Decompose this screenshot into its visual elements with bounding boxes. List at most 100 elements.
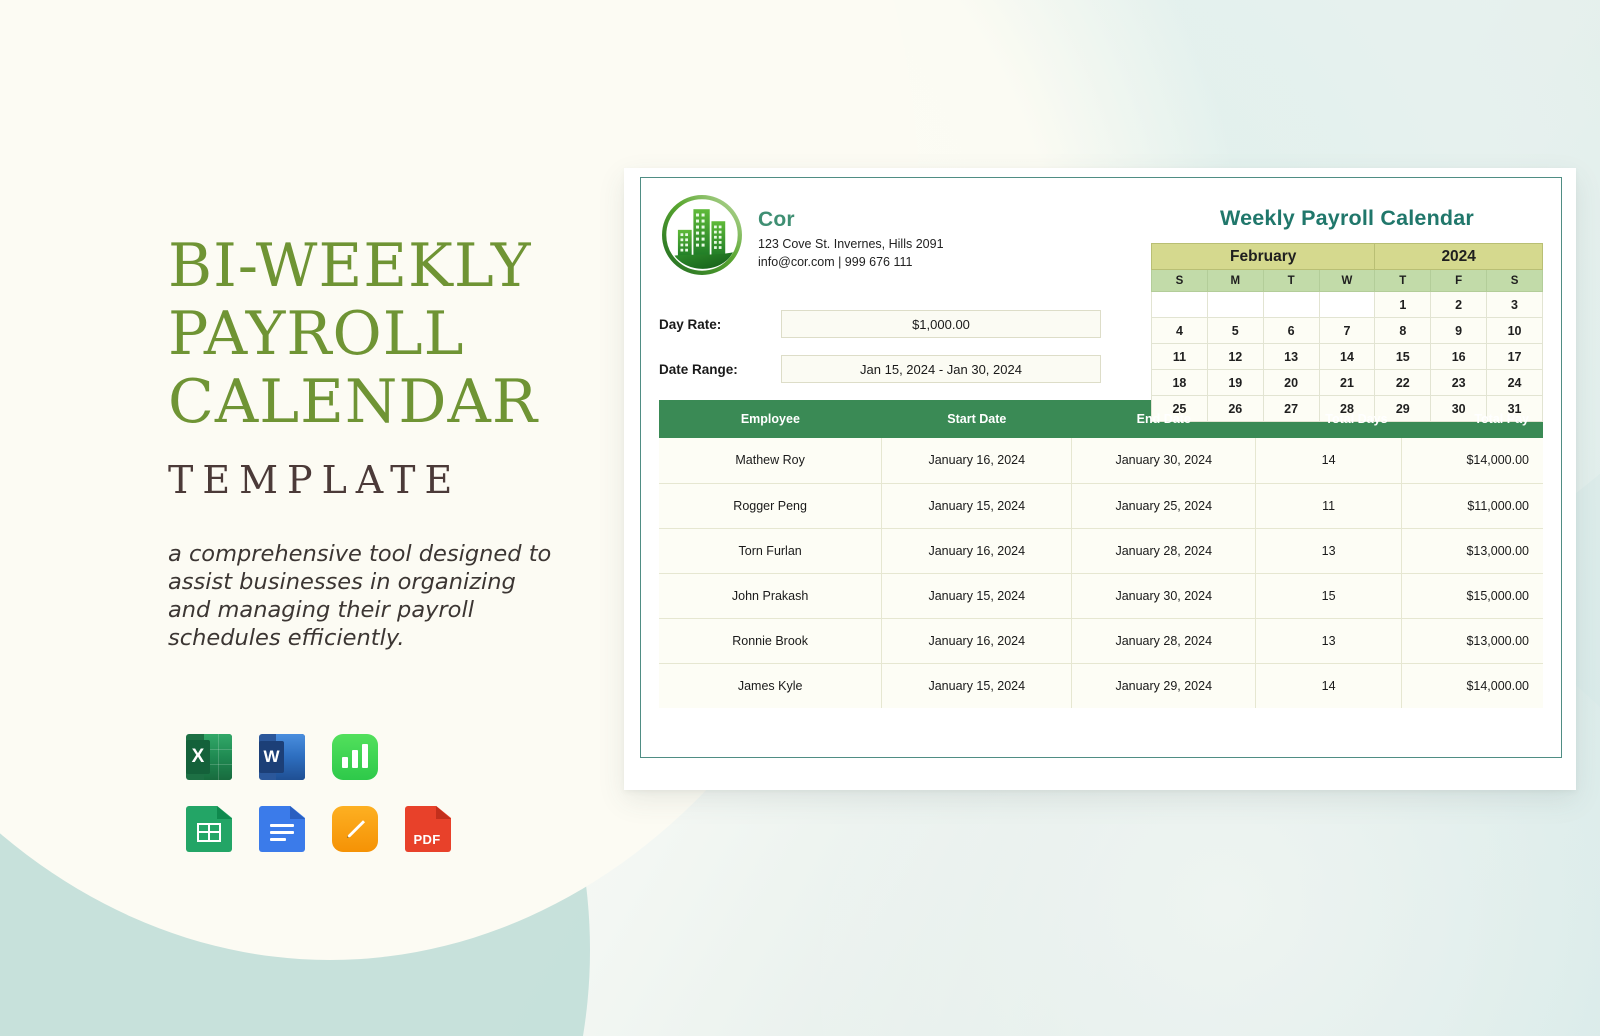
cell-total-days[interactable]: 13 [1255,618,1403,664]
calendar-day-cell[interactable]: 9 [1430,317,1488,344]
numbers-bar-1 [342,757,348,768]
pen-glyph [347,820,365,838]
cell-start-date[interactable]: January 15, 2024 [881,663,1073,708]
calendar-day-cell[interactable]: 4 [1151,317,1208,344]
column-header-start-date[interactable]: Start Date [881,400,1072,438]
cell-start-date[interactable]: January 15, 2024 [881,483,1073,529]
cell-end-date[interactable]: January 29, 2024 [1071,663,1257,708]
cell-total-days[interactable]: 13 [1255,528,1403,574]
promo-panel: BI-WEEKLY PAYROLL CALENDAR TEMPLATE a co… [168,232,598,652]
weekday-wed: W [1318,269,1376,292]
table-row: James Kyle January 15, 2024 January 29, … [659,663,1543,708]
calendar-month[interactable]: February [1150,243,1376,270]
cell-total-days[interactable]: 14 [1255,663,1403,708]
table-row: Rogger Peng January 15, 2024 January 25,… [659,483,1543,529]
calendar-day-cell[interactable]: 21 [1318,369,1376,396]
icon-row-top: X W [186,734,476,780]
pdf-icon[interactable]: PDF [405,806,451,852]
apple-pages-icon[interactable] [332,806,378,852]
excel-icon[interactable]: X [186,734,232,780]
cell-total-pay[interactable]: $14,000.00 [1401,438,1543,484]
google-sheets-icon[interactable] [186,806,232,852]
title-line-1: BI-WEEKLY [168,231,532,301]
calendar-day-cell[interactable] [1318,291,1376,318]
calendar-day-cell[interactable]: 15 [1374,343,1432,370]
cell-employee[interactable]: Mathew Roy [659,438,883,484]
calendar-day-cell[interactable]: 17 [1486,343,1543,370]
docs-text-lines [270,824,294,845]
calendar-day-cell[interactable]: 13 [1262,343,1320,370]
spreadsheet-preview-card: Cor 123 Cove St. Invernes, Hills 2091 in… [624,168,1576,790]
cell-total-days[interactable]: 15 [1255,573,1403,619]
cell-total-days[interactable]: 14 [1255,438,1403,484]
calendar-day-cell[interactable]: 27 [1262,395,1320,422]
day-rate-input[interactable]: $1,000.00 [781,310,1101,338]
calendar-day-cell[interactable]: 1 [1374,291,1432,318]
calendar-day-cell[interactable]: 16 [1430,343,1488,370]
calendar-day-cell[interactable]: 24 [1486,369,1543,396]
calendar-month-year-row: February 2024 [1150,243,1543,270]
calendar-day-cell[interactable] [1262,291,1320,318]
calendar-week-row: 11 12 13 14 15 16 17 [1151,343,1543,370]
cell-total-pay[interactable]: $15,000.00 [1401,573,1543,619]
word-letter: W [259,741,284,773]
sheets-table-glyph [197,823,221,842]
excel-letter: X [186,740,210,774]
cell-end-date[interactable]: January 30, 2024 [1071,573,1257,619]
apple-numbers-icon[interactable] [332,734,378,780]
cell-start-date[interactable]: January 16, 2024 [881,438,1073,484]
calendar-day-cell[interactable]: 6 [1262,317,1320,344]
table-row: Torn Furlan January 16, 2024 January 28,… [659,528,1543,574]
calendar-day-cell[interactable]: 14 [1318,343,1376,370]
calendar-year[interactable]: 2024 [1374,243,1543,270]
google-docs-icon[interactable] [259,806,305,852]
cell-end-date[interactable]: January 30, 2024 [1071,438,1257,484]
column-header-employee[interactable]: Employee [659,400,882,438]
calendar-day-cell[interactable]: 20 [1262,369,1320,396]
cell-start-date[interactable]: January 15, 2024 [881,573,1073,619]
calendar-day-cell[interactable] [1151,291,1208,318]
calendar-day-cell[interactable]: 3 [1486,291,1543,318]
cell-employee[interactable]: Ronnie Brook [659,618,883,664]
cell-total-pay[interactable]: $14,000.00 [1401,663,1543,708]
docs-corner-fold [290,806,305,819]
word-icon[interactable]: W [259,734,305,780]
calendar-day-cell[interactable]: 10 [1486,317,1543,344]
cell-end-date[interactable]: January 28, 2024 [1071,528,1257,574]
file-format-icon-group: X W PDF [186,734,476,878]
cell-employee[interactable]: John Prakash [659,573,883,619]
calendar-day-cell[interactable]: 12 [1206,343,1264,370]
date-range-input[interactable]: Jan 15, 2024 - Jan 30, 2024 [781,355,1101,383]
cell-total-pay[interactable]: $11,000.00 [1401,483,1543,529]
calendar-day-cell[interactable]: 19 [1206,369,1264,396]
cell-employee[interactable]: James Kyle [659,663,883,708]
cell-end-date[interactable]: January 25, 2024 [1071,483,1257,529]
calendar-day-cell[interactable]: 18 [1151,369,1208,396]
calendar-day-cell[interactable]: 23 [1430,369,1488,396]
calendar-day-cell[interactable]: 5 [1206,317,1264,344]
calendar-day-cell[interactable]: 2 [1430,291,1488,318]
cell-start-date[interactable]: January 16, 2024 [881,618,1073,664]
cell-total-pay[interactable]: $13,000.00 [1401,528,1543,574]
weekday-fri: F [1430,269,1488,292]
cell-total-pay[interactable]: $13,000.00 [1401,618,1543,664]
calendar-weekday-row: S M T W T F S [1151,269,1543,292]
calendar-day-cell[interactable]: 26 [1206,395,1264,422]
cell-employee[interactable]: Rogger Peng [659,483,883,529]
company-contact: info@cor.com | 999 676 111 [758,255,913,269]
weekday-tue: T [1262,269,1320,292]
numbers-bar-3 [362,744,368,768]
calendar-day-cell[interactable] [1206,291,1264,318]
calendar-day-cell[interactable]: 11 [1151,343,1208,370]
calendar-day-cell[interactable]: 7 [1318,317,1376,344]
calendar-week-row: 18 19 20 21 22 23 24 [1151,369,1543,396]
calendar-day-cell[interactable]: 22 [1374,369,1432,396]
promo-subtitle: TEMPLATE [168,458,462,502]
sheets-corner-fold [217,806,232,819]
cell-end-date[interactable]: January 28, 2024 [1071,618,1257,664]
weekday-mon: M [1206,269,1264,292]
cell-start-date[interactable]: January 16, 2024 [881,528,1073,574]
cell-total-days[interactable]: 11 [1255,483,1403,529]
calendar-day-cell[interactable]: 8 [1374,317,1432,344]
cell-employee[interactable]: Torn Furlan [659,528,883,574]
